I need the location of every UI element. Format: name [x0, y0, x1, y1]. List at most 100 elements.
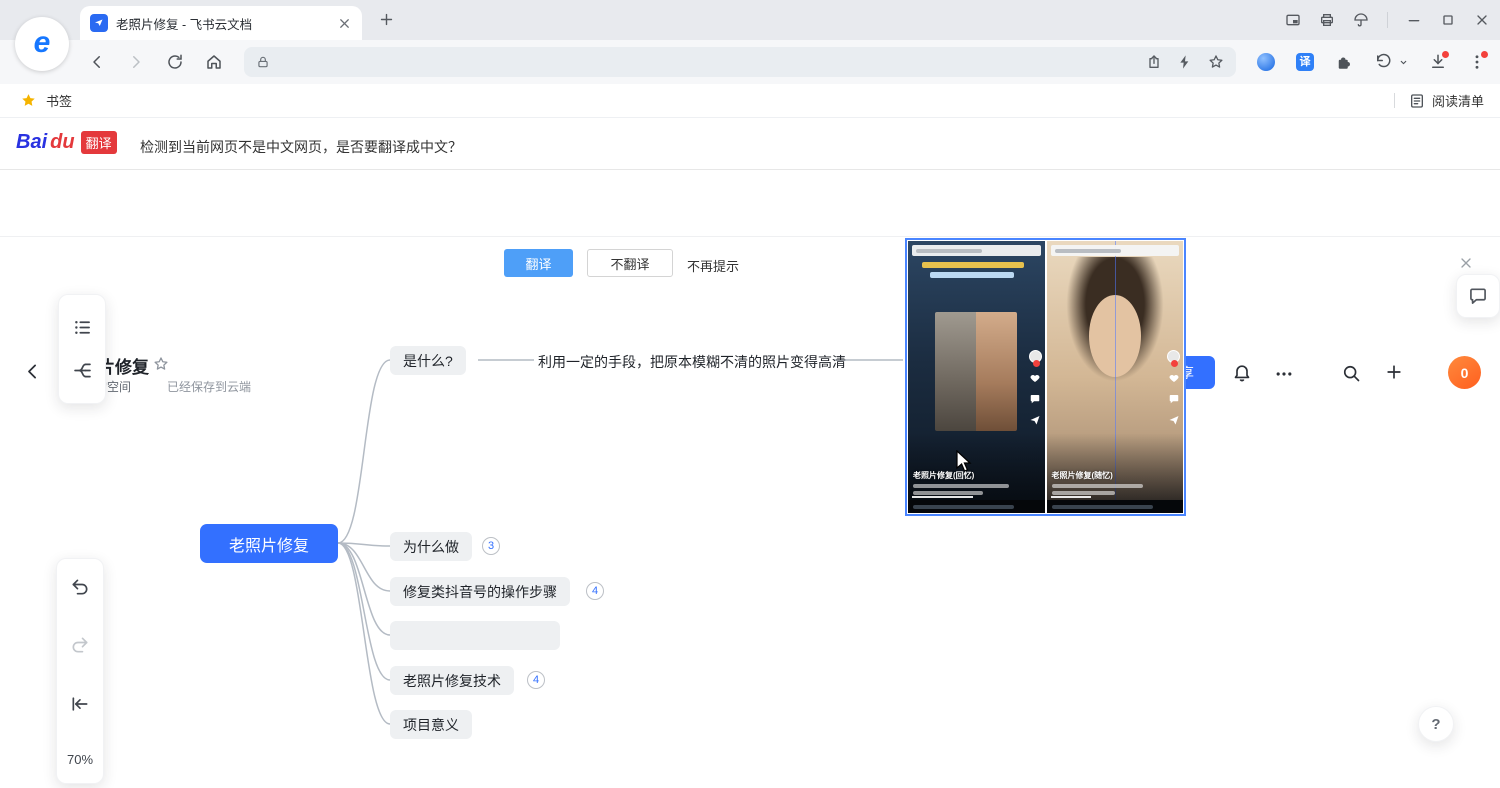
collapse-badge-tech[interactable]: 4 — [527, 671, 545, 689]
translate-extension-icon[interactable]: 译 — [1296, 53, 1314, 71]
mindmap-note-text[interactable]: 利用一定的手段，把原本模糊不清的照片变得高清 — [538, 352, 846, 372]
baidu-logo-product: 翻译 — [81, 131, 117, 154]
pip-icon[interactable] — [1285, 12, 1301, 28]
mindmap-branch-why[interactable]: 为什么做 — [390, 532, 472, 561]
back-button[interactable] — [88, 53, 106, 71]
favorite-star-icon[interactable] — [1208, 54, 1224, 70]
translate-button[interactable]: 翻译 — [504, 249, 573, 277]
mindmap-branch-meaning[interactable]: 项目意义 — [390, 710, 472, 739]
send-to-device-icon[interactable] — [1146, 54, 1162, 70]
forward-button[interactable] — [127, 53, 145, 71]
text-bar — [913, 505, 1014, 509]
reading-list-icon[interactable] — [1409, 93, 1425, 109]
doc-back-button[interactable] — [22, 361, 43, 382]
headline-bar — [922, 262, 1024, 268]
text-bar — [1052, 484, 1144, 488]
lock-icon — [256, 55, 270, 69]
baidu-logo-du: du — [50, 131, 74, 154]
minimize-button[interactable] — [1406, 12, 1422, 28]
douyin-screenshot-left[interactable]: 老照片修复(回忆) — [908, 241, 1045, 513]
search-icon[interactable] — [1341, 363, 1361, 383]
text-bar — [913, 484, 1009, 488]
bookmarks-bar: 书签 阅读清单 — [0, 84, 1500, 118]
outline-view-icon[interactable] — [72, 317, 93, 338]
douyin-action-rail — [1167, 350, 1180, 426]
new-tab-button[interactable] — [378, 11, 395, 28]
like-heart-icon — [1029, 372, 1041, 384]
comment-icon — [1468, 286, 1488, 306]
zoom-level[interactable]: 70% — [67, 752, 93, 767]
view-mode-toolbar — [58, 294, 106, 404]
bookmarks-divider — [1394, 93, 1395, 108]
no-translate-button[interactable]: 不翻译 — [587, 249, 673, 277]
mindmap-branch-tech[interactable]: 老照片修复技术 — [390, 666, 514, 695]
restore-dropdown-icon[interactable] — [1399, 58, 1408, 67]
doc-favorite-star-icon[interactable] — [153, 356, 169, 372]
collapse-left-icon[interactable] — [70, 694, 90, 714]
video-bottom-bar — [1047, 500, 1184, 513]
reading-list-label[interactable]: 阅读清单 — [1432, 91, 1484, 110]
caption-block: 老照片修复(随忆) — [1052, 470, 1162, 495]
attachment-image-card[interactable]: 老照片修复(回忆) — [905, 238, 1186, 516]
document-header: 老照片修复 我的空间 已经保存到云端 分享 0 — [0, 170, 1500, 236]
restore-tabs-icon[interactable] — [1374, 53, 1392, 71]
text-bar — [913, 491, 983, 495]
home-button[interactable] — [205, 53, 223, 71]
user-avatar[interactable]: 0 — [1448, 356, 1481, 389]
video-search-bar — [1051, 245, 1180, 256]
window-controls — [1285, 0, 1490, 40]
mindmap-branch-empty[interactable] — [390, 621, 560, 650]
printer-icon[interactable] — [1319, 12, 1335, 28]
tab-bar: 老照片修复 - 飞书云文档 — [0, 0, 1500, 40]
text-bar — [1055, 249, 1121, 253]
collapse-badge-steps[interactable]: 4 — [586, 582, 604, 600]
download-icon[interactable] — [1429, 53, 1447, 71]
baidu-translate-bar: Bai du 翻译 检测到当前网页不是中文网页，是否要翻译成中文？ 翻译 不翻译… — [0, 118, 1500, 170]
address-bar[interactable] — [244, 47, 1236, 77]
mindmap-branch-what[interactable]: 是什么? — [390, 346, 466, 375]
baidu-logo-bai: Bai — [16, 131, 47, 154]
lightning-icon[interactable] — [1177, 54, 1193, 70]
like-heart-icon — [1168, 372, 1180, 384]
browser-logo[interactable]: e — [15, 17, 69, 71]
save-status: 已经保存到云端 — [167, 378, 251, 395]
caption-text: 老照片修复(随忆) — [1052, 470, 1162, 481]
undo-icon[interactable] — [70, 577, 90, 597]
window-controls-divider — [1387, 12, 1388, 28]
text-bar — [916, 249, 982, 253]
bookmark-item[interactable]: 书签 — [46, 91, 72, 110]
maximize-button[interactable] — [1440, 12, 1456, 28]
tab-close-icon[interactable] — [337, 16, 352, 31]
mindmap-branch-steps[interactable]: 修复类抖音号的操作步骤 — [390, 577, 570, 606]
tab-title: 老照片修复 - 飞书云文档 — [116, 14, 329, 33]
extensions-puzzle-icon[interactable] — [1335, 53, 1353, 71]
bookmark-star-icon[interactable] — [20, 92, 37, 109]
notifications-bell-icon[interactable] — [1232, 362, 1252, 382]
share-arrow-icon — [1029, 414, 1041, 426]
more-options-icon[interactable] — [1274, 364, 1294, 384]
video-progress-bar — [912, 496, 973, 498]
translate-bar-close-icon[interactable] — [1458, 255, 1474, 271]
browser-menu-icon[interactable] — [1468, 53, 1486, 71]
shield-ball-icon[interactable] — [1257, 53, 1275, 71]
dont-remind-button[interactable]: 不再提示 — [687, 256, 739, 275]
translate-prompt-message: 检测到当前网页不是中文网页，是否要翻译成中文？ — [140, 137, 462, 157]
redo-icon[interactable] — [70, 635, 90, 655]
text-bar — [1052, 505, 1153, 509]
umbrella-icon[interactable] — [1353, 12, 1369, 28]
help-button[interactable]: ? — [1418, 706, 1454, 742]
mindmap-root-node[interactable]: 老照片修复 — [200, 524, 338, 563]
douyin-screenshot-right[interactable]: 老照片修复(随忆) — [1047, 241, 1184, 513]
video-bottom-bar — [908, 500, 1045, 513]
create-new-icon[interactable] — [1384, 362, 1404, 382]
browser-tab[interactable]: 老照片修复 - 飞书云文档 — [80, 6, 362, 40]
collapse-badge-why[interactable]: 3 — [482, 537, 500, 555]
close-button[interactable] — [1474, 12, 1490, 28]
headline-bar — [930, 272, 1015, 278]
video-search-bar — [912, 245, 1041, 256]
browser-toolbar: 译 — [0, 40, 1500, 84]
feishu-favicon-icon — [90, 14, 108, 32]
mindmap-view-icon[interactable] — [72, 360, 93, 381]
comments-panel-button[interactable] — [1456, 274, 1500, 318]
refresh-button[interactable] — [166, 53, 184, 71]
